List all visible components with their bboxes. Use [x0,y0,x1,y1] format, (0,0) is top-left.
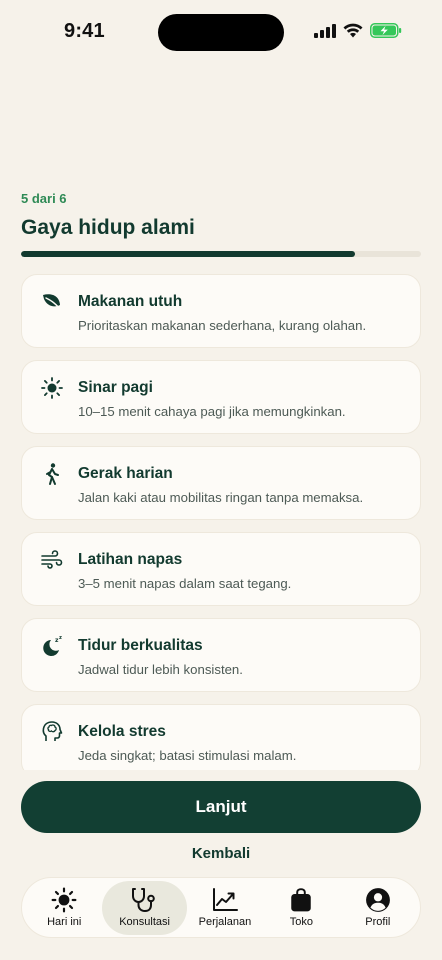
card-title: Tidur berkualitas [78,637,203,654]
nav-item-hari-ini[interactable]: Hari ini [26,881,102,935]
wind-icon [40,548,64,572]
nav-item-toko[interactable]: Toko [263,881,339,935]
lifestyle-card-sinar-pagi[interactable]: Sinar pagi 10–15 menit cahaya pagi jika … [21,360,421,434]
card-title: Sinar pagi [78,379,153,396]
sun-icon [51,887,77,913]
nav-label: Profil [365,916,391,928]
page-title: Gaya hidup alami [21,216,195,239]
stethoscope-icon [130,887,160,913]
lifestyle-card-list[interactable]: Makanan utuh Prioritaskan makanan sederh… [21,274,421,770]
continue-button[interactable]: Lanjut [21,781,421,833]
card-title: Makanan utuh [78,293,183,310]
nav-label: Konsultasi [119,916,170,928]
card-title: Gerak harian [78,465,173,482]
battery-charging-icon [370,23,402,38]
lifestyle-card-tidur-berkualitas[interactable]: zz Tidur berkualitas Jadwal tidur lebih … [21,618,421,692]
lifestyle-card-makanan-utuh[interactable]: Makanan utuh Prioritaskan makanan sederh… [21,274,421,348]
sun-icon [40,376,64,400]
dynamic-island [158,14,284,51]
nav-label: Hari ini [47,916,82,928]
profile-icon [365,887,391,913]
shopping-bag-icon [288,887,314,913]
moon-sleep-icon: zz [40,634,64,658]
wifi-icon [343,23,363,38]
card-title: Kelola stres [78,723,166,740]
bottom-navigation: Hari ini Konsultasi Perjalanan Toko Prof… [21,877,421,938]
card-description: Jalan kaki atau mobilitas ringan tanpa m… [78,490,364,505]
card-description: Prioritaskan makanan sederhana, kurang o… [78,318,367,333]
nav-label: Toko [289,916,313,928]
nav-label: Perjalanan [198,916,252,928]
card-description: Jeda singkat; batasi stimulasi malam. [78,748,297,763]
svg-text:z: z [59,635,62,641]
status-icons [314,23,402,38]
walking-icon [40,462,64,486]
back-button[interactable]: Kembali [0,845,442,862]
nav-item-konsultasi[interactable]: Konsultasi [102,880,187,935]
cellular-signal-icon [314,23,336,38]
lifestyle-card-latihan-napas[interactable]: Latihan napas 3–5 menit napas dalam saat… [21,532,421,606]
card-description: Jadwal tidur lebih konsisten. [78,662,243,677]
card-description: 3–5 menit napas dalam saat tegang. [78,576,292,591]
chart-trend-icon [211,887,239,913]
progress-bar-fill [21,251,355,257]
progress-bar [21,251,421,257]
status-bar: 9:41 [0,0,442,64]
lifestyle-card-kelola-stres[interactable]: Kelola stres Jeda singkat; batasi stimul… [21,704,421,770]
step-indicator: 5 dari 6 [21,191,67,206]
card-title: Latihan napas [78,551,183,568]
nav-item-perjalanan[interactable]: Perjalanan [187,881,263,935]
card-description: 10–15 menit cahaya pagi jika memungkinka… [78,404,346,419]
status-time: 9:41 [64,20,105,42]
lifestyle-card-gerak-harian[interactable]: Gerak harian Jalan kaki atau mobilitas r… [21,446,421,520]
nav-item-profil[interactable]: Profil [340,881,416,935]
head-brain-icon [40,720,64,744]
leaf-icon [40,290,64,314]
